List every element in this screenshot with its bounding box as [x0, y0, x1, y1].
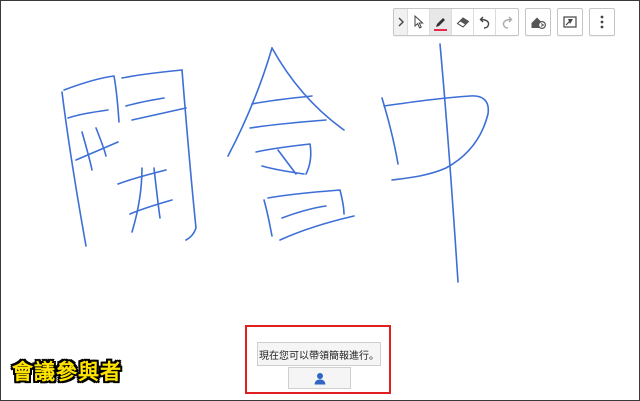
drawing-tools-group	[393, 8, 519, 36]
pen-icon	[436, 17, 445, 27]
ink-stroke	[181, 69, 197, 241]
ink-stroke	[249, 119, 327, 129]
more-vert-icon	[600, 15, 604, 29]
ink-stroke	[125, 97, 165, 107]
cursor-arrow-icon	[414, 15, 424, 29]
more-options-group	[589, 8, 615, 36]
ink-stroke	[281, 205, 327, 219]
ink-stroke-group-hui	[227, 47, 355, 241]
share-board-group	[525, 8, 551, 36]
fullscreen-button[interactable]	[558, 9, 582, 35]
ink-stroke	[255, 143, 312, 175]
ink-stroke	[95, 127, 107, 157]
undo-button[interactable]	[474, 9, 496, 35]
ink-stroke	[263, 199, 273, 237]
redo-button[interactable]	[496, 9, 518, 35]
redo-icon	[502, 16, 513, 29]
share-notice-message: 現在您可以帶領簡報進行。	[257, 342, 381, 366]
eraser-icon	[456, 17, 469, 28]
pen-tool-button[interactable]	[430, 9, 452, 35]
ink-stroke	[131, 107, 187, 121]
ink-stroke	[121, 69, 183, 79]
ink-stroke-group-kai	[61, 69, 197, 247]
undo-icon	[479, 16, 489, 29]
select-tool-button[interactable]	[408, 9, 430, 35]
fullscreen-icon	[563, 16, 577, 28]
ink-stroke	[75, 141, 119, 161]
ink-stroke	[279, 215, 355, 241]
ink-stroke	[251, 95, 313, 105]
ink-stroke	[67, 109, 109, 119]
ink-stroke	[153, 167, 161, 219]
follow-presenter-button[interactable]	[288, 367, 351, 389]
ink-stroke	[271, 47, 345, 131]
person-icon	[314, 372, 325, 384]
chevron-right-icon	[398, 17, 404, 27]
ink-stroke	[63, 75, 120, 123]
share-board-button[interactable]	[526, 9, 550, 35]
more-options-button[interactable]	[590, 9, 614, 35]
eraser-tool-button[interactable]	[452, 9, 474, 35]
share-board-icon	[531, 17, 546, 29]
ink-stroke	[81, 131, 93, 171]
ink-stroke	[129, 199, 173, 215]
drawing-toolbar	[393, 8, 615, 36]
caption-label: 會議參與者	[12, 360, 122, 384]
ink-stroke	[261, 165, 305, 175]
expand-toolbar-button[interactable]	[394, 9, 408, 35]
fullscreen-group	[557, 8, 583, 36]
ink-stroke-group-zhong	[381, 43, 490, 283]
ink-stroke	[381, 97, 399, 165]
ink-stroke	[383, 95, 490, 181]
